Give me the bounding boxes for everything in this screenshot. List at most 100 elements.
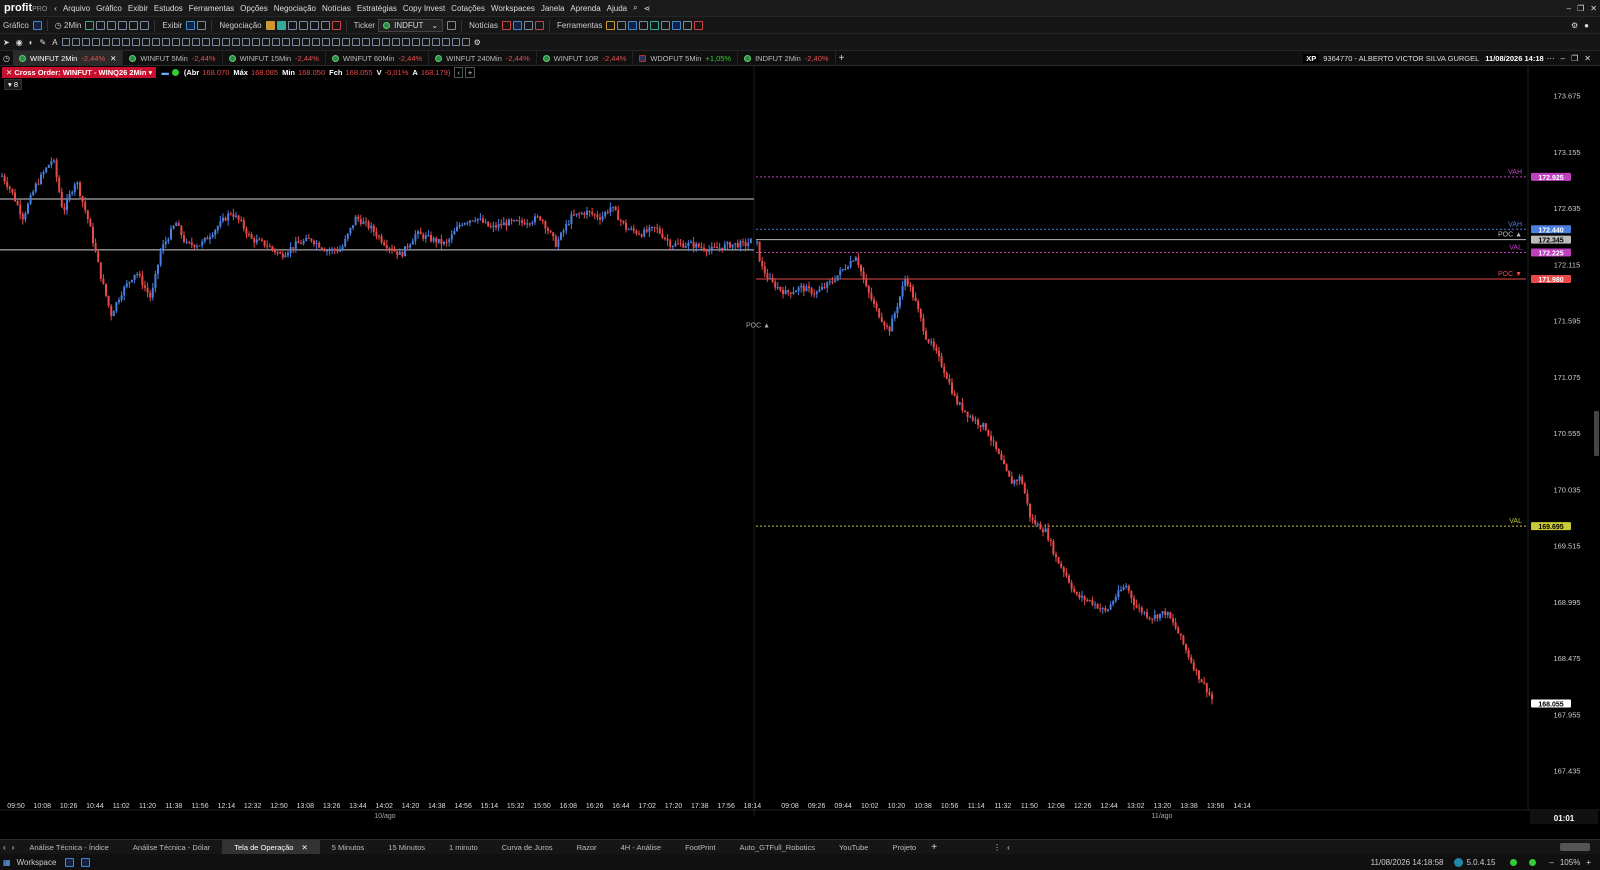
tabs-scrollbar[interactable] (1560, 843, 1590, 851)
text-box-icon[interactable]: A (49, 38, 60, 47)
edit-icon[interactable]: ✎ (37, 38, 50, 47)
cross-order-button[interactable]: ✕ Cross Order: WINFUT - WINQ26 2Min ▾ (2, 67, 157, 78)
search-icon[interactable]: ⌕ (630, 3, 640, 13)
menu-exibir[interactable]: Exibir (125, 4, 151, 13)
style-tool-icon[interactable] (451, 38, 460, 46)
horizontal-line-tool-icon[interactable] (111, 38, 120, 46)
magnet-tool-icon[interactable] (361, 38, 370, 46)
lock-icon[interactable] (197, 20, 207, 30)
restore-window-icon[interactable]: ❐ (1574, 4, 1587, 13)
alarm-icon[interactable] (683, 20, 693, 30)
menu-arquivo[interactable]: Arquivo (60, 4, 93, 13)
pattern-tool-icon[interactable] (331, 38, 340, 46)
link-tool-icon[interactable] (421, 38, 430, 46)
cursor-icon[interactable]: ➤ (0, 38, 13, 47)
bars-icon[interactable] (650, 20, 660, 30)
workspace-tab-9[interactable]: FootPrint (673, 840, 727, 854)
workspace-tab-2[interactable]: Tela de Operação ✕ (222, 840, 320, 854)
width-tool-icon[interactable] (461, 38, 470, 46)
elliott-tool-icon[interactable] (271, 38, 280, 46)
price-chart[interactable]: 173.675 173.155 172.635 172.115 171.595 171.0… (0, 66, 1600, 839)
hide-tool-icon[interactable] (381, 38, 390, 46)
circle-tool-icon[interactable] (221, 38, 230, 46)
clone-tool-icon[interactable] (431, 38, 440, 46)
monitor-icon[interactable] (628, 20, 638, 30)
chart-restore-icon[interactable]: ❐ (1568, 54, 1581, 63)
zoom-in-icon[interactable] (96, 20, 106, 30)
grid-icon[interactable] (617, 20, 627, 30)
workspace-tab-7[interactable]: Razor (565, 840, 609, 854)
workspace-tab-4[interactable]: 15 Minutos (376, 840, 437, 854)
fib-extension-tool-icon[interactable] (161, 38, 170, 46)
chart-close-icon[interactable]: ✕ (1581, 54, 1594, 63)
alert-icon[interactable] (535, 20, 544, 30)
play-icon[interactable] (65, 857, 75, 867)
candlestick-chart-svg[interactable]: 173.675 173.155 172.635 172.115 171.595 171.0… (0, 66, 1600, 839)
chart-tab-winfut-60min[interactable]: WINFUT 60Min -2,44% (326, 51, 430, 65)
menu-cotacoes[interactable]: Cotações (448, 4, 488, 13)
robot-icon[interactable] (694, 20, 704, 30)
header-expand-icon[interactable]: ‹ (454, 67, 463, 78)
book-icon[interactable] (287, 20, 297, 30)
scan-icon[interactable] (661, 20, 671, 30)
menu-workspaces[interactable]: Workspaces (488, 4, 538, 13)
workspace-tab-5[interactable]: 1 minuto (437, 840, 490, 854)
menu-ferramentas[interactable]: Ferramentas (186, 4, 237, 13)
triangle-tool-icon[interactable] (231, 38, 240, 46)
workspace-tab-8[interactable]: 4H - Análise (609, 840, 673, 854)
user-avatar-icon[interactable]: ● (1581, 21, 1592, 30)
layers-tool-icon[interactable] (371, 38, 380, 46)
news-icon[interactable] (502, 20, 511, 30)
price-axis-bg[interactable] (1528, 66, 1600, 839)
trend-line-tool-icon[interactable] (91, 38, 100, 46)
fib-retracement-tool-icon[interactable] (151, 38, 160, 46)
brush-tool-icon[interactable] (291, 38, 300, 46)
color-tool-icon[interactable] (441, 38, 450, 46)
ticker-input[interactable]: INDFUT ⌄ (378, 18, 444, 32)
menu-aprenda[interactable]: Aprenda (567, 4, 603, 13)
zoom-in-status-icon[interactable]: + (1583, 858, 1594, 867)
chart-tab-winfut-240min[interactable]: WINFUT 240Min -2,44% (429, 51, 537, 65)
tabs-more-icon[interactable]: ⋮ (990, 843, 1004, 852)
chart-tab-winfut-10r[interactable]: WINFUT 10R -2,44% (537, 51, 634, 65)
arrow-up-tool-icon[interactable] (181, 38, 190, 46)
menu-noticias[interactable]: Notícias (319, 4, 354, 13)
date-range-tool-icon[interactable] (311, 38, 320, 46)
workspace-tab-1[interactable]: Análise Técnica - Dólar (121, 840, 222, 854)
menu-grafico[interactable]: Gráfico (93, 4, 125, 13)
workspace-tab-10[interactable]: Auto_GTFull_Robotics (728, 840, 827, 854)
ray-tool-icon[interactable] (71, 38, 80, 46)
chart-tab-winfut-5min[interactable]: WINFUT 5Min -2,44% (123, 51, 223, 65)
price-axis-scroll-handle[interactable] (1594, 411, 1599, 456)
paint-icon[interactable]: ◐ (26, 38, 37, 47)
settings-gear-icon[interactable]: ⚙ (1568, 21, 1581, 30)
cross-tool-icon[interactable] (301, 38, 310, 46)
clock-options-icon[interactable]: ◷ (0, 54, 13, 63)
prev-tab-icon[interactable]: ‹ (0, 843, 9, 852)
zoom-out-status-icon[interactable]: – (1546, 858, 1556, 867)
pie-icon[interactable] (309, 20, 319, 30)
back-arrow-icon[interactable]: ‹ (51, 4, 60, 13)
menu-negociacao[interactable]: Negociação (271, 4, 319, 13)
chart-line-icon[interactable] (85, 20, 95, 30)
chart-minimize-icon[interactable]: – (1558, 54, 1568, 63)
workspace-tab-12[interactable]: Projeto (880, 840, 928, 854)
next-tab-icon[interactable]: › (9, 843, 18, 852)
header-add-icon[interactable]: + (464, 67, 476, 78)
menu-estrategias[interactable]: Estratégias (354, 4, 400, 13)
text-tool-icon[interactable] (171, 38, 180, 46)
layout-grid-icon[interactable] (186, 20, 196, 30)
zoom-out-icon[interactable] (107, 20, 117, 30)
delete-tool-icon[interactable] (391, 38, 400, 46)
refresh-icon[interactable] (129, 20, 139, 30)
parallel-tool-icon[interactable] (141, 38, 150, 46)
monitor-chart-icon[interactable] (81, 857, 91, 867)
list-icon[interactable] (298, 20, 308, 30)
close-workspace-tab-icon[interactable]: ✕ (301, 843, 307, 852)
close-window-icon[interactable]: ✕ (1587, 4, 1600, 13)
group-tool-icon[interactable] (411, 38, 420, 46)
menu-opcoes[interactable]: Opções (237, 4, 271, 13)
arrow-down-tool-icon[interactable] (191, 38, 200, 46)
add-workspace-tab-button[interactable]: + (928, 842, 940, 853)
calendar-icon[interactable] (524, 20, 533, 30)
